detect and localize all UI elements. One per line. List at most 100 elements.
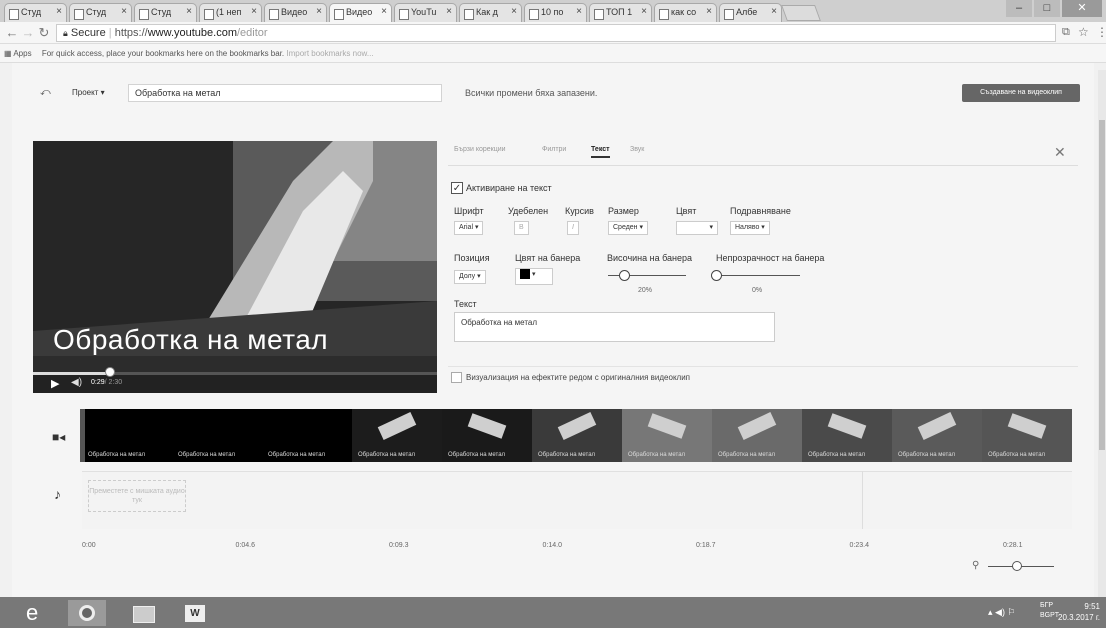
address-bar-row: ← → ↻ 🔒︎ Secure | https://www.youtube.co…	[0, 22, 1106, 44]
language-indicator[interactable]: БГР BGPT	[1040, 601, 1059, 621]
close-window-button[interactable]: ✕	[1062, 0, 1102, 17]
translate-icon[interactable]: ⧉	[1062, 26, 1070, 39]
url-input[interactable]: 🔒︎ Secure | https://www.youtube.com/edit…	[56, 24, 1056, 42]
browser-tab[interactable]: YouTu ×	[394, 3, 457, 22]
banner-color-select[interactable]: ▾	[515, 268, 553, 285]
volume-icon[interactable]: ◀)	[71, 377, 82, 388]
project-name-input[interactable]: Обработка на метал	[128, 84, 442, 102]
text-content-input[interactable]: Обработка на метал	[454, 312, 775, 342]
browser-tab[interactable]: Студ ×	[4, 3, 67, 22]
tab-favicon-icon	[464, 9, 474, 20]
tab-close-icon[interactable]: ×	[706, 6, 712, 17]
tab-label: Студ	[151, 7, 172, 17]
video-time: 0:29/ 2:30	[91, 379, 122, 386]
tab-close-icon[interactable]: ×	[511, 6, 517, 17]
tab-close-icon[interactable]: ×	[251, 6, 257, 17]
scrollbar-thumb[interactable]	[1099, 120, 1105, 450]
tab-close-icon[interactable]: ×	[771, 6, 777, 17]
enable-text-label: Активиране на текст	[466, 183, 552, 193]
timeline-clip-thumbnail[interactable]: Обработка на метал	[622, 409, 713, 462]
internet-explorer-icon[interactable]: e	[26, 600, 64, 626]
browser-tab[interactable]: как со ×	[654, 3, 717, 22]
chrome-taskbar-item[interactable]	[68, 600, 106, 626]
banner-opacity-slider[interactable]	[716, 275, 800, 276]
bookmarks-prompt: For quick access, place your bookmarks h…	[41, 49, 285, 58]
audio-drop-zone[interactable]: Преместете с мишката аудио тук	[88, 480, 186, 512]
menu-kebab-icon[interactable]: ⋮	[1096, 25, 1106, 39]
bold-button[interactable]: B	[514, 221, 529, 235]
side-by-side-checkbox[interactable]	[451, 372, 462, 383]
tab-audio[interactable]: Звук	[630, 146, 644, 153]
timeline-clip-thumbnail[interactable]: Обработка на метал	[712, 409, 803, 462]
timeline-clip-thumbnail[interactable]: Обработка на метал	[532, 409, 623, 462]
position-select[interactable]: Долу ▾	[454, 270, 486, 284]
browser-tab[interactable]: Албе ×	[719, 3, 782, 22]
bookmark-star-icon[interactable]: ☆	[1078, 25, 1089, 39]
close-panel-icon[interactable]: ✕	[1054, 144, 1066, 161]
word-icon[interactable]: W	[176, 600, 214, 626]
banner-opacity-handle[interactable]	[711, 270, 722, 281]
create-video-button[interactable]: Създаване на видеоклип	[962, 84, 1080, 102]
browser-tab[interactable]: Видео ×	[329, 3, 392, 22]
size-select[interactable]: Среден ▾	[608, 221, 648, 235]
track-start-handle[interactable]	[80, 409, 85, 462]
italic-button[interactable]: I	[567, 221, 579, 235]
timeline-clip-thumbnail[interactable]: Обработка на метал	[442, 409, 533, 462]
font-select[interactable]: Arial ▾	[454, 221, 484, 235]
forward-arrow-icon[interactable]: →	[20, 25, 36, 41]
tray-icons[interactable]: ▴ ◀) ⚐	[988, 607, 1016, 618]
project-menu-button[interactable]: Проект ▾	[72, 88, 105, 97]
tab-close-icon[interactable]: ×	[121, 6, 127, 17]
apps-link[interactable]: Apps	[13, 49, 31, 58]
browser-tab[interactable]: Видео ×	[264, 3, 327, 22]
tab-close-icon[interactable]: ×	[186, 6, 192, 17]
tab-close-icon[interactable]: ×	[641, 6, 647, 17]
minimize-button[interactable]: –	[1006, 0, 1032, 17]
video-controls: ▶ ◀) 0:29/ 2:30	[33, 367, 437, 393]
timeline-clip-label: Обработка на метал	[538, 452, 596, 458]
browser-tab[interactable]: ТОП 1 ×	[589, 3, 652, 22]
undo-icon[interactable]: ⤺	[40, 87, 51, 98]
video-scrub-handle[interactable]	[104, 367, 115, 377]
tab-filters[interactable]: Филтри	[542, 146, 566, 153]
browser-tab[interactable]: Студ ×	[69, 3, 132, 22]
color-select[interactable]: ▾	[676, 221, 718, 235]
banner-color-swatch	[520, 269, 530, 280]
tab-close-icon[interactable]: ×	[576, 6, 582, 17]
tab-close-icon[interactable]: ×	[446, 6, 452, 17]
timeline-clip-thumbnail[interactable]: Обработка на метал	[892, 409, 983, 462]
import-bookmarks-link[interactable]: Import bookmarks now...	[286, 49, 373, 58]
back-arrow-icon[interactable]: ←	[4, 25, 20, 41]
audio-track[interactable]	[82, 471, 1072, 529]
timeline-clip-thumbnail[interactable]: Обработка на метал	[802, 409, 893, 462]
tab-text[interactable]: Текст	[591, 146, 610, 158]
timeline-clip-thumbnail[interactable]: Обработка на метал	[82, 409, 173, 462]
new-tab-button[interactable]	[781, 5, 821, 21]
tab-close-icon[interactable]: ×	[381, 6, 387, 17]
timeline-clip-thumbnail[interactable]: Обработка на метал	[352, 409, 443, 462]
video-preview[interactable]: Обработка на метал	[33, 141, 437, 393]
reload-icon[interactable]: ↻	[36, 25, 52, 41]
timeline-clip-thumbnail[interactable]: Обработка на метал	[262, 409, 353, 462]
align-select[interactable]: Наляво ▾	[730, 221, 770, 235]
language-sub-label: BGPT	[1040, 612, 1060, 619]
enable-text-checkbox[interactable]: ✓	[451, 182, 463, 194]
tab-label: YouTu	[411, 7, 437, 17]
play-icon[interactable]: ▶	[51, 377, 59, 390]
apps-grid-icon[interactable]: ▦	[0, 49, 12, 58]
maximize-button[interactable]: □	[1034, 0, 1060, 17]
zoom-handle[interactable]	[1012, 561, 1022, 571]
video-track[interactable]: Обработка на метал Обработка на метал Обра…	[82, 409, 1072, 462]
tab-quick-fixes[interactable]: Бързи корекции	[454, 146, 506, 153]
taskbar-clock[interactable]: 9:51 20.3.2017 г.	[1058, 601, 1100, 623]
banner-height-handle[interactable]	[618, 270, 630, 281]
file-explorer-icon[interactable]	[124, 600, 162, 626]
browser-tab[interactable]: 10 по ×	[524, 3, 587, 22]
browser-tab[interactable]: Студ ×	[134, 3, 197, 22]
timeline-clip-thumbnail[interactable]: Обработка на метал	[172, 409, 263, 462]
browser-tab[interactable]: Как д ×	[459, 3, 522, 22]
tab-close-icon[interactable]: ×	[56, 6, 62, 17]
timeline-clip-thumbnail[interactable]: Обработка на метал	[982, 409, 1072, 462]
tab-close-icon[interactable]: ×	[316, 6, 322, 17]
browser-tab[interactable]: (1 неп ×	[199, 3, 262, 22]
